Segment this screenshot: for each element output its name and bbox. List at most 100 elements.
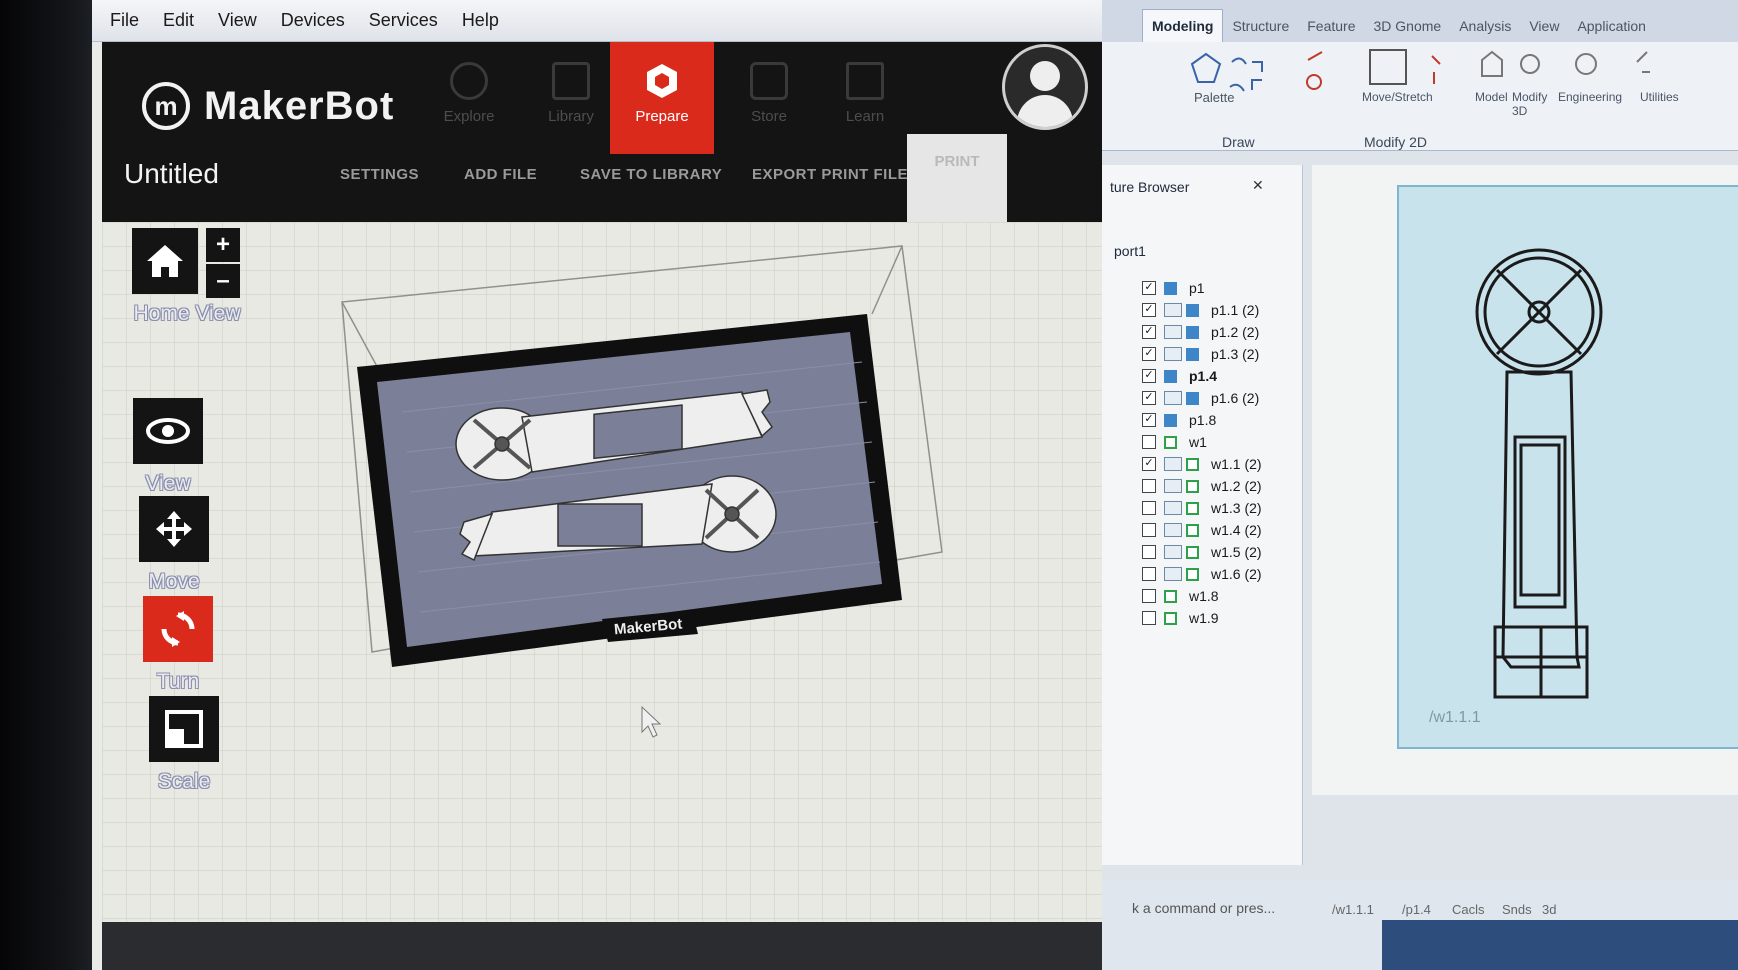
draw-panel-title: Draw: [1222, 134, 1255, 150]
layer-visibility-checkbox[interactable]: [1142, 501, 1156, 515]
layer-visibility-checkbox[interactable]: ✓: [1142, 391, 1156, 405]
layer-row[interactable]: ✓ p1.6 (2): [1142, 387, 1259, 409]
ribbon-tab-view[interactable]: View: [1520, 10, 1568, 42]
layer-row[interactable]: ✓ p1.3 (2): [1142, 343, 1259, 365]
layer-name: p1.4: [1189, 368, 1218, 384]
ribbon-tab-3d-gnome[interactable]: 3D Gnome: [1365, 10, 1451, 42]
layer-row[interactable]: ✓ p1: [1142, 277, 1205, 299]
menu-help[interactable]: Help: [462, 10, 499, 31]
layer-visibility-checkbox[interactable]: ✓: [1142, 369, 1156, 383]
layer-name: w1.8: [1189, 588, 1219, 604]
move-button[interactable]: [139, 496, 209, 562]
layer-row[interactable]: w1.8: [1142, 585, 1219, 607]
layer-visibility-checkbox[interactable]: ✓: [1142, 281, 1156, 295]
export-print-file-button[interactable]: EXPORT PRINT FILE: [752, 166, 908, 183]
add-file-button[interactable]: ADD FILE: [464, 166, 537, 183]
layer-visibility-checkbox[interactable]: [1142, 545, 1156, 559]
layer-visibility-checkbox[interactable]: [1142, 611, 1156, 625]
menu-edit[interactable]: Edit: [163, 10, 194, 31]
layer-visibility-checkbox[interactable]: [1142, 523, 1156, 537]
ribbon-tab-analysis[interactable]: Analysis: [1450, 10, 1520, 42]
status-item-3: Cacls: [1452, 902, 1485, 917]
layer-row[interactable]: ✓ p1.2 (2): [1142, 321, 1259, 343]
layer-row[interactable]: w1.3 (2): [1142, 497, 1262, 519]
ribbon-tabs: Modeling Structure Feature 3D Gnome Anal…: [1102, 0, 1738, 42]
store-icon: [750, 62, 788, 100]
layer-visibility-checkbox[interactable]: ✓: [1142, 325, 1156, 339]
print-button[interactable]: PRINT: [907, 134, 1007, 222]
layer-visibility-checkbox[interactable]: ✓: [1142, 457, 1156, 471]
move-stretch-label[interactable]: Move/Stretch: [1362, 90, 1433, 104]
layer-visibility-checkbox[interactable]: [1142, 479, 1156, 493]
layer-visibility-checkbox[interactable]: ✓: [1142, 347, 1156, 361]
tab-explore-label: Explore: [443, 108, 495, 125]
layer-row[interactable]: w1.6 (2): [1142, 563, 1262, 585]
engineering-label[interactable]: Engineering: [1558, 90, 1622, 104]
close-icon[interactable]: ✕: [1252, 177, 1264, 194]
layer-color-swatch: [1186, 391, 1199, 405]
tab-explore[interactable]: Explore: [414, 42, 524, 154]
home-view-button[interactable]: [132, 228, 198, 294]
view-label: View: [145, 472, 191, 495]
user-avatar[interactable]: [1002, 44, 1088, 130]
drawing-sheet: /w1.1.1: [1397, 185, 1738, 749]
layer-row[interactable]: w1.9: [1142, 607, 1219, 629]
palette-label[interactable]: Palette: [1194, 90, 1234, 105]
layer-name: p1.3 (2): [1211, 346, 1260, 362]
viewport-name: port1: [1114, 243, 1146, 259]
avatar-head: [1030, 61, 1060, 91]
ribbon-tab-modeling[interactable]: Modeling: [1142, 9, 1224, 42]
zoom-out-button[interactable]: –: [206, 264, 240, 298]
tab-learn[interactable]: Learn: [810, 42, 920, 154]
menu-devices[interactable]: Devices: [281, 10, 345, 31]
layer-color-swatch: [1164, 611, 1177, 625]
ribbon-tab-application[interactable]: Application: [1568, 10, 1655, 42]
settings-button[interactable]: SETTINGS: [340, 166, 419, 183]
scale-label: Scale: [157, 770, 211, 793]
layer-color-swatch: [1164, 281, 1177, 295]
layer-name: p1.6 (2): [1211, 390, 1260, 406]
layer-row[interactable]: w1.2 (2): [1142, 475, 1262, 497]
ribbon-tab-structure[interactable]: Structure: [1223, 10, 1298, 42]
view-button[interactable]: [133, 398, 203, 464]
status-item-2: /p1.4: [1402, 902, 1431, 917]
cad-canvas[interactable]: /w1.1.1: [1312, 165, 1738, 795]
move-tool: Move: [114, 496, 234, 594]
layer-visibility-checkbox[interactable]: ✓: [1142, 303, 1156, 317]
menu-view[interactable]: View: [218, 10, 257, 31]
tab-prepare[interactable]: Prepare: [610, 42, 714, 154]
structure-browser: ture Browser ✕ port1 ✓ p1 ✓ p1.1 (2) ✓ p1.2 (…: [1102, 165, 1303, 865]
command-line[interactable]: k a command or pres...: [1132, 900, 1275, 916]
zoom-in-button[interactable]: +: [206, 228, 240, 262]
layer-row[interactable]: ✓ p1.4: [1142, 365, 1217, 387]
layer-row[interactable]: w1: [1142, 431, 1207, 453]
modify-2d-panel-title: Modify 2D: [1364, 134, 1428, 150]
layer-name: p1.1 (2): [1211, 302, 1260, 318]
layer-visibility-checkbox[interactable]: [1142, 589, 1156, 603]
ribbon-tab-feature[interactable]: Feature: [1298, 10, 1364, 42]
scale-button[interactable]: [149, 696, 219, 762]
utilities-label[interactable]: Utilities: [1640, 90, 1679, 104]
model-label[interactable]: Model: [1475, 90, 1508, 104]
layer-row[interactable]: w1.4 (2): [1142, 519, 1262, 541]
layer-row[interactable]: w1.5 (2): [1142, 541, 1262, 563]
save-to-library-button[interactable]: SAVE TO LIBRARY: [580, 166, 722, 183]
layer-row[interactable]: ✓ p1.1 (2): [1142, 299, 1259, 321]
modify-3d-label[interactable]: Modify 3D: [1512, 90, 1548, 118]
layer-visibility-checkbox[interactable]: ✓: [1142, 413, 1156, 427]
tab-store[interactable]: Store: [714, 42, 824, 154]
layer-row[interactable]: ✓ p1.8: [1142, 409, 1216, 431]
menu-services[interactable]: Services: [369, 10, 438, 31]
build-plate-viewport[interactable]: MakerBot Home View + – View Move Turn Sc…: [102, 222, 1102, 922]
turn-button[interactable]: [143, 596, 213, 662]
layer-name: p1.8: [1189, 412, 1217, 428]
menu-file[interactable]: File: [110, 10, 139, 31]
layer-visibility-checkbox[interactable]: [1142, 567, 1156, 581]
layer-color-swatch: [1186, 479, 1199, 493]
layer-row[interactable]: ✓ w1.1 (2): [1142, 453, 1262, 475]
layer-visibility-checkbox[interactable]: [1142, 435, 1156, 449]
turn-label: Turn: [156, 670, 200, 693]
sheet-label: /w1.1.1: [1429, 709, 1481, 726]
cube-icon: [643, 62, 681, 100]
layer-name: w1.2 (2): [1211, 478, 1262, 494]
